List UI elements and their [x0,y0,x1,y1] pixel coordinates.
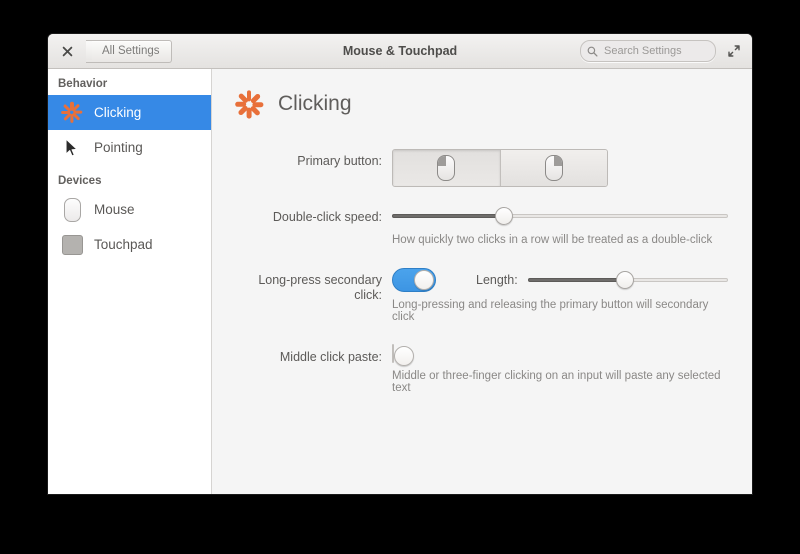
double-click-speed-slider[interactable] [392,205,728,227]
content-pane: Clicking Primary button: Double-click sp… [212,69,752,494]
clicking-spinner-icon [234,89,264,119]
sidebar: Behavior Clicking Pointing Devices Mouse… [48,69,212,494]
spinner-ray [72,112,81,122]
row-middle-click-paste: Middle click paste: Middle or three-fing… [234,344,728,410]
slider-handle[interactable] [494,207,513,225]
clicking-spinner-icon [60,101,84,125]
close-button[interactable] [56,40,78,62]
maximize-icon [728,45,740,57]
spinner-ray [70,114,74,124]
search-icon [587,46,598,57]
search-input[interactable] [602,44,704,58]
mouse-right-button-icon [544,155,563,181]
double-click-speed-hint: How quickly two clicks in a row will be … [392,234,713,246]
slider-fill [527,278,624,282]
screenshot-root: All Settings Mouse & Touchpad Search Set… [0,0,800,554]
row-double-click-speed: Double-click speed: How quickly two clic… [234,205,728,262]
sidebar-item-clicking[interactable]: Clicking [48,95,211,130]
middle-click-paste-label: Middle click paste: [279,350,382,364]
window-body: Behavior Clicking Pointing Devices Mouse… [48,69,752,494]
long-press-length-slider[interactable] [527,269,728,291]
sidebar-item-touchpad[interactable]: Touchpad [48,227,211,262]
middle-click-paste-toggle[interactable] [392,344,414,366]
back-to-all-settings-button[interactable]: All Settings [86,39,172,63]
primary-button-label: Primary button: [297,154,382,168]
primary-button-left-option[interactable] [393,150,500,186]
primary-button-right-option[interactable] [499,150,607,186]
long-press-label: Long-press secondary click: [258,273,382,302]
long-press-toggle[interactable] [392,268,436,292]
primary-button-group [392,149,608,187]
row-primary-button: Primary button: [234,149,728,187]
touchpad-icon [60,233,84,257]
titlebar: All Settings Mouse & Touchpad [48,34,752,69]
sidebar-item-label-pointing: Pointing [94,140,143,155]
sidebar-item-label-clicking: Clicking [94,105,142,120]
titlebar-right-controls [580,40,744,62]
double-click-speed-label: Double-click speed: [272,210,382,224]
cursor-arrow-icon [60,136,84,160]
middle-click-paste-hint: Middle or three-finger clicking on an in… [392,370,721,394]
sidebar-section-header-behavior: Behavior [58,78,108,90]
slider-handle[interactable] [615,271,634,289]
mouse-left-button-icon [437,155,456,181]
toggle-knob [414,270,434,290]
back-button-label: All Settings [102,45,160,57]
maximize-button[interactable] [724,41,744,61]
sidebar-item-label-touchpad: Touchpad [94,237,153,252]
row-long-press-secondary-click: Long-press secondary click: Length: Long… [234,268,728,339]
settings-window: All Settings Mouse & Touchpad Search Set… [48,34,752,494]
long-press-hint: Long-pressing and releasing the primary … [392,299,709,323]
page-header: Clicking [234,89,728,119]
sidebar-item-pointing[interactable]: Pointing [48,130,211,165]
search-box[interactable] [580,40,716,62]
toggle-knob [394,346,414,366]
settings-form: Primary button: Double-click speed: How … [234,149,728,410]
length-label: Length: [476,273,518,287]
page-title: Clicking [278,92,352,115]
slider-fill [392,214,503,218]
sidebar-section-header-devices: Devices [58,175,102,187]
sidebar-item-mouse[interactable]: Mouse [48,192,211,227]
mouse-icon [60,197,84,222]
close-icon [62,46,72,56]
sidebar-item-label-mouse: Mouse [94,202,135,217]
